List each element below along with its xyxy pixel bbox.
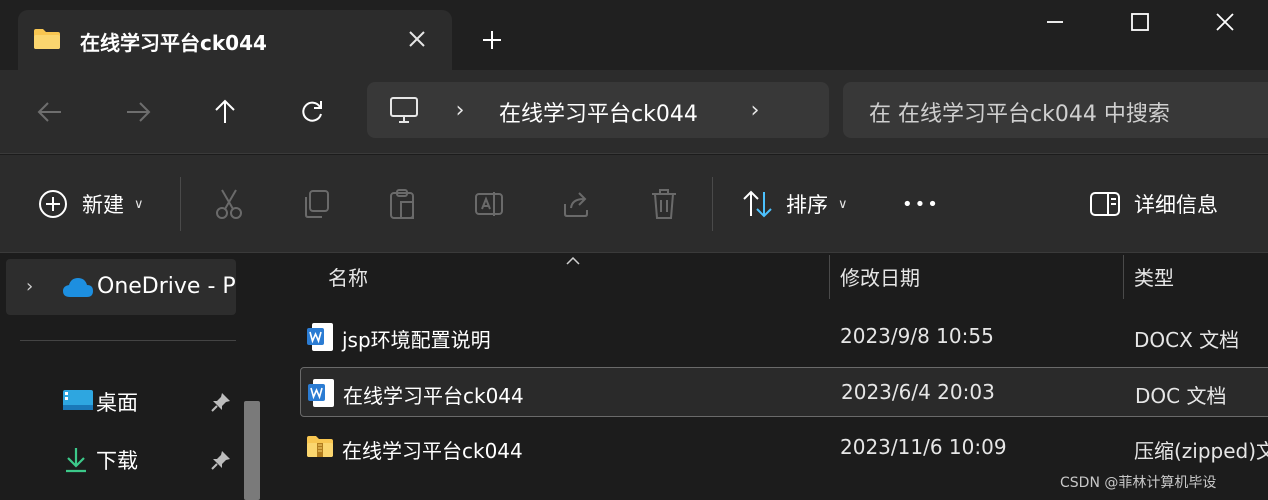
breadcrumb-current-folder[interactable]: 在线学习平台ck044	[499, 96, 698, 128]
monitor-icon[interactable]	[389, 95, 419, 125]
paste-icon[interactable]	[381, 183, 425, 225]
sort-button[interactable]: 排序 ∨	[742, 183, 848, 225]
address-bar[interactable]: › 在线学习平台ck044 ›	[367, 82, 829, 138]
new-tab-plus-icon[interactable]	[474, 22, 510, 58]
zip-folder-icon	[306, 433, 334, 463]
arrow-left-icon[interactable]	[28, 90, 72, 134]
sort-icon	[742, 189, 774, 219]
file-modified-date: 2023/11/6 10:09	[840, 435, 1007, 459]
navigation-pane: › OneDrive - Pe 桌面 下载	[0, 253, 262, 500]
tab-current-folder[interactable]: 在线学习平台ck044	[18, 10, 452, 70]
divider	[712, 177, 713, 231]
file-row[interactable]: jsp环境配置说明 2023/9/8 10:55 DOCX 文档	[300, 312, 1268, 362]
sidebar-item-label: 桌面	[96, 391, 138, 415]
file-row[interactable]: 在线学习平台ck044 2023/11/6 10:09 压缩(zipped)文	[300, 423, 1268, 473]
file-type: 压缩(zipped)文	[1134, 439, 1268, 463]
chevron-down-icon: ∨	[134, 196, 144, 212]
column-header-modified[interactable]: 修改日期	[840, 253, 920, 299]
details-button-label: 详细信息	[1134, 193, 1218, 217]
word-doc-icon	[307, 378, 335, 408]
chevron-right-icon[interactable]: ›	[745, 96, 765, 124]
sidebar-scrollbar-thumb[interactable]	[244, 401, 260, 500]
sort-button-label: 排序	[786, 193, 828, 217]
desktop-icon	[62, 389, 94, 415]
rename-icon[interactable]	[468, 183, 512, 225]
details-button[interactable]: 详细信息	[1090, 183, 1218, 225]
column-divider[interactable]	[1123, 255, 1124, 299]
sidebar-item-label: OneDrive - Pe	[97, 274, 236, 299]
navigation-bar: › 在线学习平台ck044 › 在 在线学习平台ck044 中搜索	[0, 70, 1268, 154]
more-options-button[interactable]: •••	[902, 183, 940, 225]
file-name: jsp环境配置说明	[342, 328, 491, 352]
tab-title: 在线学习平台ck044	[80, 31, 267, 55]
new-button[interactable]: 新建 ∨	[38, 183, 144, 225]
close-icon[interactable]	[402, 24, 432, 54]
chevron-down-icon: ∨	[838, 196, 848, 212]
arrow-up-icon[interactable]	[203, 90, 247, 134]
word-docx-icon	[306, 322, 334, 352]
watermark-text: CSDN @菲林计算机毕设	[1060, 475, 1217, 491]
pin-icon[interactable]	[210, 391, 232, 413]
window-close-icon[interactable]	[1195, 4, 1255, 40]
divider	[180, 177, 181, 231]
minimize-icon[interactable]	[1025, 4, 1085, 40]
plus-circle-icon	[38, 189, 68, 219]
file-modified-date: 2023/9/8 10:55	[840, 324, 994, 348]
file-modified-date: 2023/6/4 20:03	[841, 380, 995, 404]
file-type: DOCX 文档	[1134, 328, 1240, 352]
sort-ascending-icon	[566, 253, 580, 269]
file-type: DOC 文档	[1135, 384, 1227, 408]
file-name: 在线学习平台ck044	[342, 439, 523, 463]
chevron-right-icon[interactable]: ›	[26, 276, 33, 297]
file-list: 名称 修改日期 类型 jsp环境配置说明 2023/9/8 10:55 DOCX…	[270, 253, 1268, 500]
title-bar: 在线学习平台ck044	[0, 0, 1268, 70]
file-row-selected[interactable]: 在线学习平台ck044 2023/6/4 20:03 DOC 文档	[300, 367, 1268, 417]
sidebar-item-label: 下载	[96, 449, 138, 473]
new-button-label: 新建	[82, 193, 124, 217]
divider	[20, 340, 236, 341]
sidebar-item-downloads[interactable]: 下载	[58, 439, 238, 479]
arrow-right-icon[interactable]	[116, 90, 160, 134]
download-icon	[62, 447, 94, 473]
column-divider[interactable]	[829, 255, 830, 299]
column-header-type[interactable]: 类型	[1134, 253, 1174, 299]
more-icon: •••	[902, 193, 940, 215]
onedrive-cloud-icon	[62, 276, 94, 298]
search-input[interactable]: 在 在线学习平台ck044 中搜索	[843, 82, 1268, 138]
share-icon[interactable]	[555, 183, 599, 225]
folder-icon	[33, 28, 61, 50]
column-header-name[interactable]: 名称	[328, 253, 368, 299]
file-name: 在线学习平台ck044	[343, 384, 524, 408]
pin-icon[interactable]	[210, 449, 232, 471]
breadcrumb-separator[interactable]: ›	[450, 96, 470, 124]
search-placeholder: 在 在线学习平台ck044 中搜索	[869, 102, 1170, 127]
command-bar: 新建 ∨ 排序 ∨ ••• 详细信息	[0, 155, 1268, 253]
cut-icon[interactable]	[207, 183, 251, 225]
maximize-icon[interactable]	[1110, 4, 1170, 40]
refresh-icon[interactable]	[290, 90, 334, 134]
details-pane-icon	[1090, 192, 1120, 216]
copy-icon[interactable]	[294, 183, 338, 225]
sidebar-item-desktop[interactable]: 桌面	[58, 381, 238, 421]
delete-icon[interactable]	[642, 183, 686, 225]
sidebar-item-onedrive[interactable]: › OneDrive - Pe	[6, 259, 236, 315]
